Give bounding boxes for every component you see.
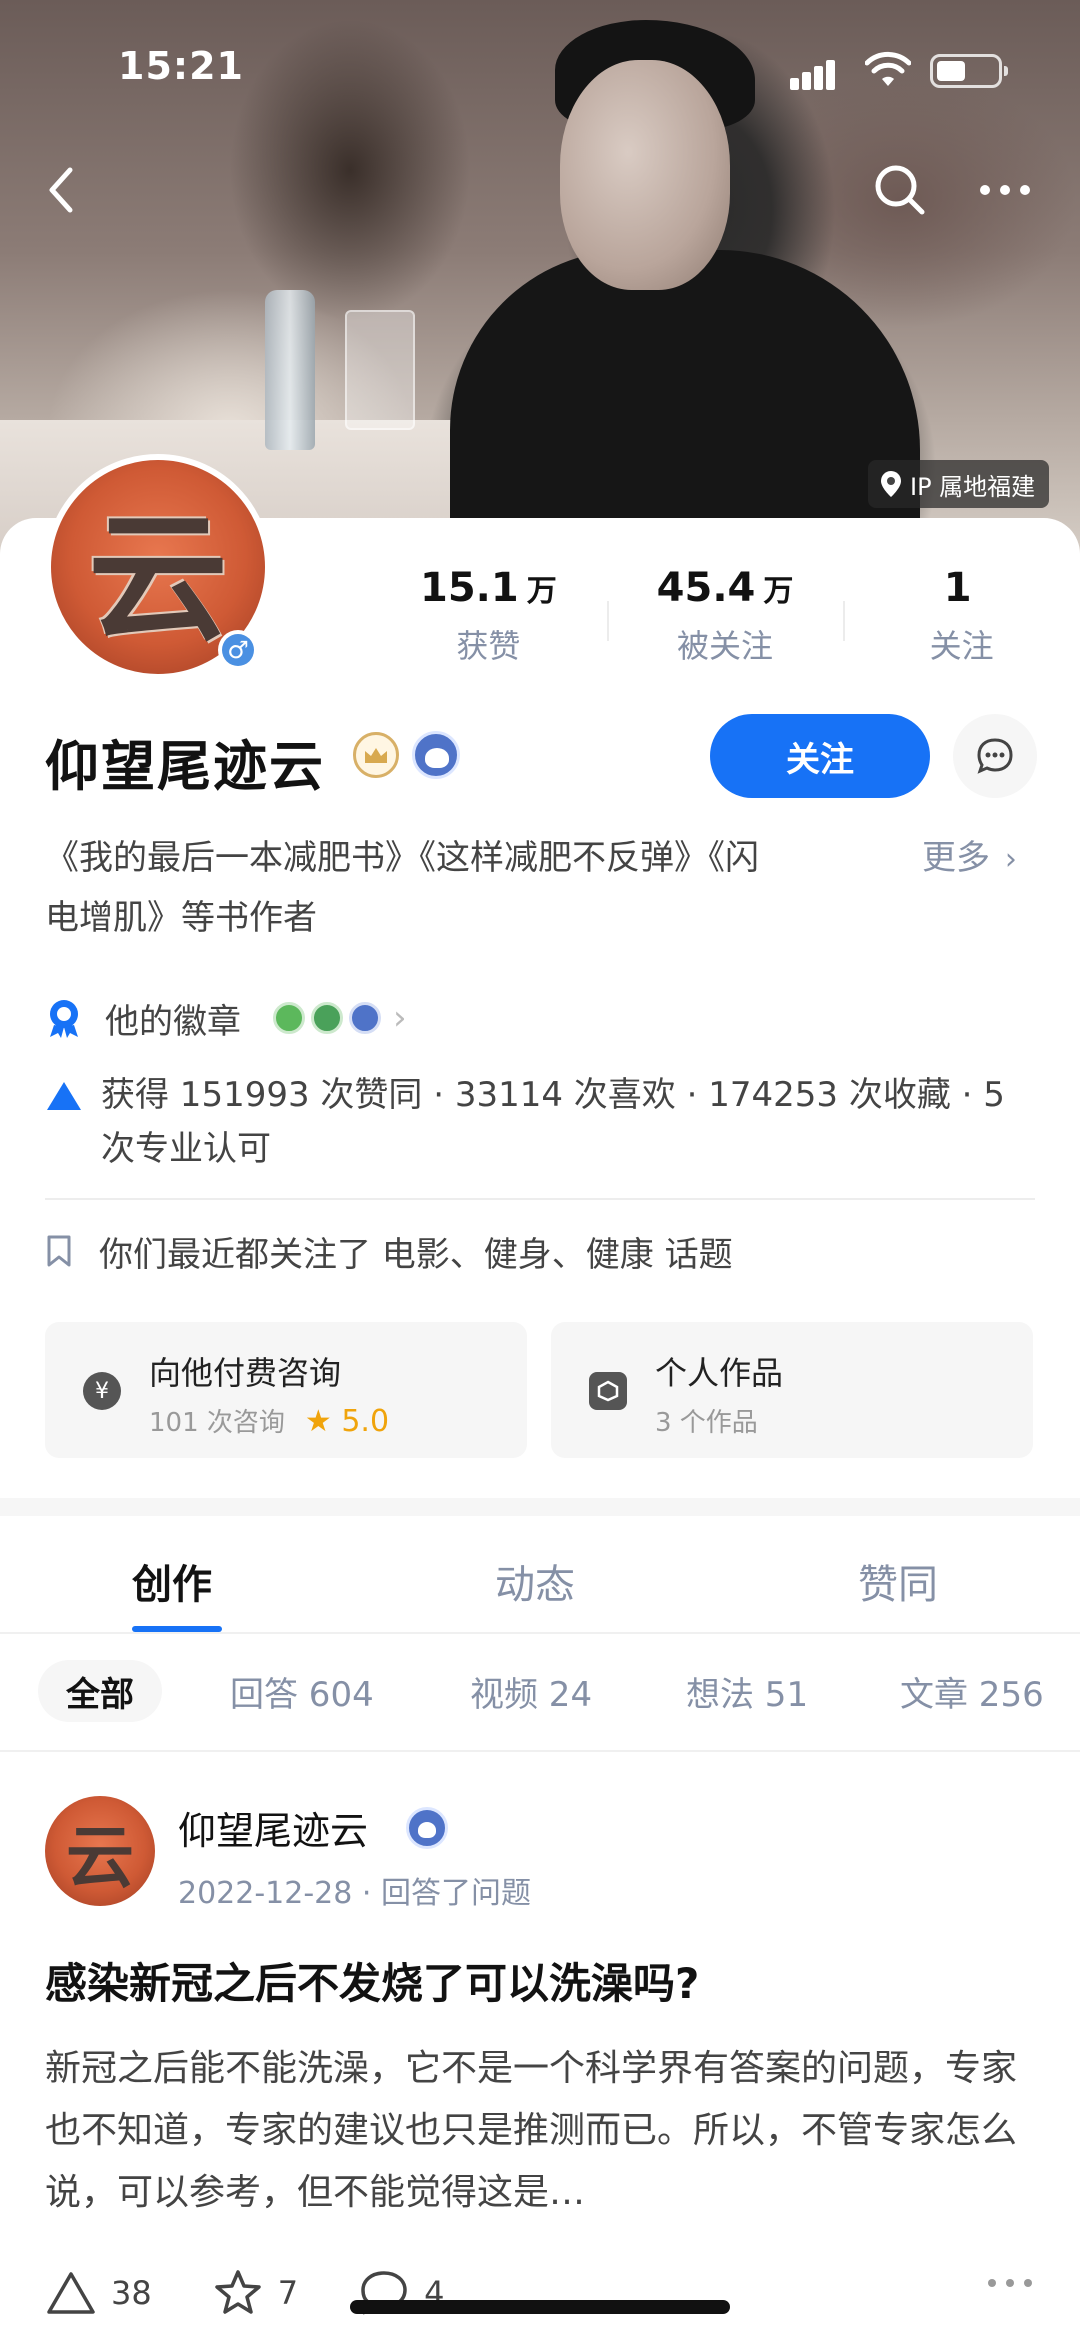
bookmark-icon <box>47 1235 71 1267</box>
post-mascot-badge-icon <box>406 1807 448 1849</box>
post-title[interactable]: 感染新冠之后不发烧了可以洗澡吗? <box>45 1950 699 2011</box>
mascot-badge-icon[interactable] <box>412 731 460 779</box>
badge-green-square-icon <box>311 1002 343 1034</box>
gender-badge: ♂ <box>218 630 258 670</box>
filter-answers[interactable]: 回答 604 <box>230 1660 374 1722</box>
post-more-icon[interactable] <box>985 2276 1035 2290</box>
post-author-name[interactable]: 仰望尾迹云 <box>178 1800 368 1855</box>
paid-consult-card[interactable]: ¥ 向他付费咨询 101 次咨询 ★ 5.0 <box>45 1322 527 1458</box>
upvote-button[interactable]: 38 <box>45 2270 152 2316</box>
tab-creation[interactable]: 创作 <box>132 1552 212 1610</box>
stat-following[interactable]: 1 关注 <box>843 565 1080 675</box>
ip-location-badge: IP 属地福建 <box>868 460 1050 508</box>
location-pin-icon <box>881 471 901 497</box>
medal-icon <box>50 1000 78 1038</box>
post-meta: 2022-12-28 · 回答了问题 <box>178 1876 531 1911</box>
common-topics-row[interactable]: 你们最近都关注了 电影、健身、健康 话题 <box>45 1222 733 1280</box>
chevron-right-icon: › <box>1004 842 1017 877</box>
filter-articles[interactable]: 文章 256 <box>900 1660 1044 1722</box>
more-icon[interactable] <box>975 175 1035 205</box>
wifi-icon <box>865 51 911 86</box>
crown-badge-icon[interactable] <box>353 732 399 778</box>
upvote-icon <box>47 2272 95 2314</box>
post-actions: 38 7 4 <box>45 2258 1035 2328</box>
signal-icon <box>790 54 846 90</box>
section-gap <box>0 1498 1080 1516</box>
divider <box>45 1198 1035 1200</box>
star-icon <box>214 2270 261 2314</box>
ip-location-text: IP 属地福建 <box>910 472 1036 501</box>
badges-row[interactable]: 他的徽章 › <box>45 990 407 1046</box>
message-button[interactable] <box>953 714 1037 798</box>
badges-label: 他的徽章 <box>105 1001 241 1042</box>
filter-all[interactable]: 全部 <box>38 1660 162 1722</box>
post-author-avatar[interactable]: 云 <box>45 1796 155 1906</box>
filter-thoughts[interactable]: 想法 51 <box>686 1660 808 1722</box>
battery-icon <box>930 54 1008 88</box>
badge-blue-icon <box>349 1002 381 1034</box>
yuan-icon: ¥ <box>83 1372 121 1410</box>
tab-activity[interactable]: 动态 <box>495 1552 575 1610</box>
common-topics-text: 你们最近都关注了 电影、健身、健康 话题 <box>99 1234 733 1275</box>
post-excerpt[interactable]: 新冠之后能不能洗澡，它不是一个科学界有答案的问题，专家也不知道，专家的建议也只是… <box>45 2038 1035 2224</box>
rating: ★ 5.0 <box>304 1404 390 1439</box>
profile-name: 仰望尾迹云 <box>45 735 325 798</box>
home-indicator[interactable] <box>350 2300 730 2314</box>
stat-followers[interactable]: 45.4 万 被关注 <box>606 565 844 675</box>
works-icon <box>589 1372 627 1410</box>
tab-upvoted[interactable]: 赞同 <box>858 1552 938 1610</box>
status-bar: 15:21 <box>0 0 1080 140</box>
profile-bio: 《我的最后一本减肥书》《这样减肥不反弹》《闪电增肌》等书作者 <box>45 838 759 938</box>
status-time: 15:21 <box>118 44 244 88</box>
badge-green-icon <box>273 1002 305 1034</box>
upvote-triangle-icon <box>47 1082 81 1110</box>
favorite-button[interactable]: 7 <box>212 2268 298 2318</box>
profile-stats: 15.1 万 获赞 45.4 万 被关注 1 关注 <box>370 565 1080 675</box>
search-icon[interactable] <box>870 160 930 220</box>
back-icon[interactable] <box>40 160 80 220</box>
stat-likes[interactable]: 15.1 万 获赞 <box>370 565 607 675</box>
content-tabs: 创作 动态 赞同 <box>0 1516 1080 1634</box>
bio-more-link[interactable]: 更多 › <box>922 828 1017 890</box>
chat-icon <box>977 738 1013 774</box>
works-card[interactable]: 个人作品 3 个作品 <box>551 1322 1033 1458</box>
tab-active-indicator <box>132 1626 222 1632</box>
follow-button[interactable]: 关注 <box>710 714 930 798</box>
achievements: 获得 151993 次赞同 · 33114 次喜欢 · 174253 次收藏 ·… <box>45 1068 1045 1176</box>
achievements-text: 获得 151993 次赞同 · 33114 次喜欢 · 174253 次收藏 ·… <box>101 1075 1005 1169</box>
male-icon: ♂ <box>222 634 254 666</box>
chevron-right-icon: › <box>393 998 407 1038</box>
filter-videos[interactable]: 视频 24 <box>470 1660 592 1722</box>
filter-chips: 全部 回答 604 视频 24 想法 51 文章 256 <box>0 1634 1080 1752</box>
